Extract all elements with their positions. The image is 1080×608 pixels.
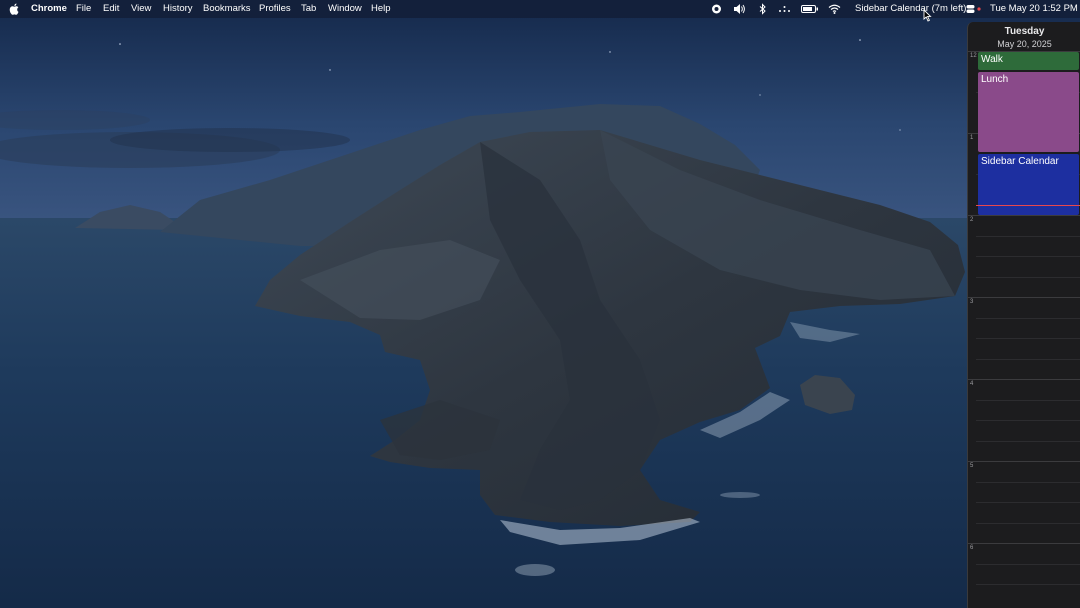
event-lunch[interactable]: Lunch <box>978 72 1079 152</box>
half-hour-line <box>976 502 1080 503</box>
quarter-hour-line <box>976 400 1080 401</box>
quarter-hour-line <box>976 482 1080 483</box>
control-center-icon[interactable] <box>966 3 982 15</box>
hour-label-12: 12 <box>970 53 977 59</box>
desktop-wallpaper <box>0 0 1080 608</box>
hour-label-5: 5 <box>970 463 974 469</box>
hour-line <box>968 461 1080 462</box>
half-hour-line <box>976 420 1080 421</box>
quarter-hour-line <box>976 359 1080 360</box>
quarter-hour-line <box>976 523 1080 524</box>
quarter-hour-line <box>976 318 1080 319</box>
quarter-hour-line <box>976 277 1080 278</box>
calendar-day-header: Tuesday May 20, 2025 <box>968 22 1080 50</box>
hour-label-4: 4 <box>970 381 974 387</box>
dots-icon[interactable] <box>778 3 791 15</box>
hour-line <box>968 379 1080 380</box>
half-hour-line <box>976 584 1080 585</box>
menubar-clock[interactable]: Tue May 20 1:52 PM <box>990 0 1078 18</box>
menu-bar: Chrome File Edit View History Bookmarks … <box>0 0 1080 18</box>
hour-label-1: 1 <box>970 135 974 141</box>
quarter-hour-line <box>976 441 1080 442</box>
hour-line <box>968 543 1080 544</box>
hour-label-2: 2 <box>970 217 974 223</box>
menu-view[interactable]: View <box>131 0 151 18</box>
current-time-indicator <box>976 205 1080 206</box>
quarter-hour-line <box>976 236 1080 237</box>
mouse-cursor-icon <box>923 9 932 22</box>
event-walk[interactable]: Walk <box>978 52 1079 70</box>
quarter-hour-line <box>976 564 1080 565</box>
half-hour-line <box>976 338 1080 339</box>
menu-tab[interactable]: Tab <box>301 0 316 18</box>
hour-line <box>968 215 1080 216</box>
battery-icon[interactable] <box>801 3 819 15</box>
bluetooth-icon[interactable] <box>759 3 767 15</box>
volume-icon[interactable] <box>733 3 746 15</box>
record-icon[interactable] <box>711 3 722 15</box>
calendar-date: May 20, 2025 <box>997 39 1052 49</box>
menu-profiles[interactable]: Profiles <box>259 0 291 18</box>
wifi-icon[interactable] <box>828 3 841 15</box>
calendar-status-text[interactable]: Sidebar Calendar (7m left) <box>855 0 966 18</box>
hour-line <box>968 297 1080 298</box>
menu-bookmarks[interactable]: Bookmarks <box>203 0 251 18</box>
apple-logo-icon[interactable] <box>9 3 19 15</box>
half-hour-line <box>976 256 1080 257</box>
calendar-sidebar: Tuesday May 20, 2025 12 1 2 3 4 5 6 Walk… <box>967 22 1080 608</box>
menu-history[interactable]: History <box>163 0 193 18</box>
menu-help[interactable]: Help <box>371 0 391 18</box>
menu-file[interactable]: File <box>76 0 91 18</box>
menu-app-name[interactable]: Chrome <box>31 0 67 18</box>
calendar-weekday: Tuesday <box>1004 26 1045 37</box>
menu-window[interactable]: Window <box>328 0 362 18</box>
hour-label-3: 3 <box>970 299 974 305</box>
hour-label-6: 6 <box>970 545 974 551</box>
menu-edit[interactable]: Edit <box>103 0 119 18</box>
